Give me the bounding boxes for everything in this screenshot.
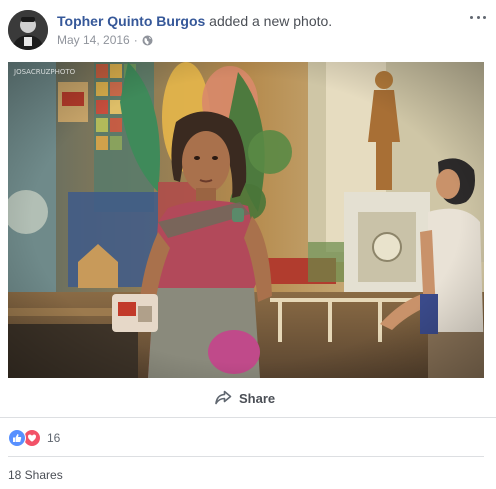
post-header-line: Topher Quinto Burgos added a new photo.: [57, 12, 332, 30]
post-timestamp[interactable]: May 14, 2016: [57, 33, 130, 47]
reaction-count: 16: [47, 431, 61, 445]
post-meta: May 14, 2016 ·: [57, 33, 153, 47]
like-icon: [8, 429, 26, 447]
post-photo[interactable]: JOSACRUZPHOTO: [8, 62, 484, 378]
photo-post: Topher Quinto Burgos added a new photo. …: [0, 0, 496, 489]
globe-icon[interactable]: [142, 35, 153, 46]
photo-watermark: JOSACRUZPHOTO: [13, 68, 76, 76]
reactions-summary[interactable]: 16: [8, 429, 61, 447]
more-options-icon[interactable]: [470, 12, 486, 22]
share-arrow-icon: [214, 390, 232, 406]
divider: [8, 456, 484, 457]
divider: [0, 417, 496, 418]
shares-count-link[interactable]: 18 Shares: [8, 468, 63, 482]
share-label: Share: [239, 390, 276, 406]
share-button[interactable]: Share: [214, 388, 275, 408]
author-avatar[interactable]: [8, 10, 48, 50]
photo-image: JOSACRUZPHOTO: [8, 62, 484, 378]
meta-separator: ·: [133, 33, 138, 47]
post-action-text: added a new photo.: [209, 13, 333, 29]
author-name-link[interactable]: Topher Quinto Burgos: [57, 13, 205, 29]
avatar-image: [8, 10, 48, 50]
